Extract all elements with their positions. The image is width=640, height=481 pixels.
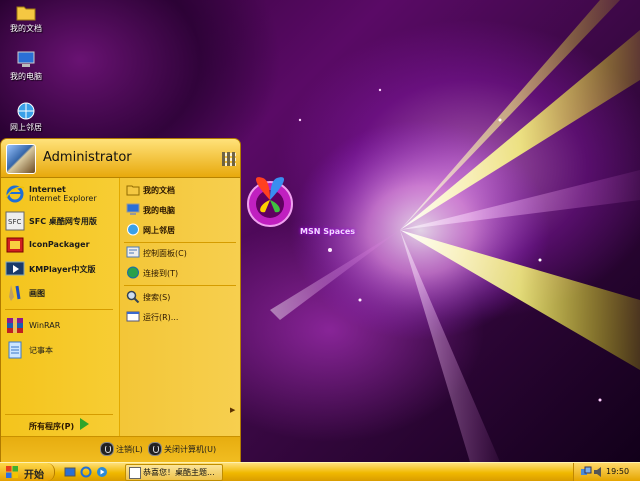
taskbar: 开始 恭喜您！桌酷主题... 19:50 — [0, 462, 640, 481]
place-control-panel[interactable]: 控制面板(C) — [126, 246, 236, 262]
my-computer-icon — [126, 203, 140, 215]
desktop-icon-my-computer[interactable]: 我的电脑 — [0, 50, 52, 82]
start-menu-places-pane: 我的文档 我的电脑 网上邻居 控制面板(C) 连接到(T) 搜索(S) 运行(R… — [119, 178, 240, 436]
taskbar-window-button[interactable]: 恭喜您！桌酷主题... — [125, 464, 223, 481]
folder-icon — [16, 6, 36, 21]
submenu-arrow-icon: ▶ — [230, 406, 236, 414]
grid-icon — [222, 152, 236, 166]
place-connect-to[interactable]: 连接到(T) — [126, 266, 236, 282]
msn-butterfly-logo — [247, 177, 293, 227]
logoff-icon — [100, 442, 114, 456]
kmplayer-icon — [5, 261, 25, 276]
place-run[interactable]: 运行(R)... — [126, 310, 236, 326]
start-button[interactable]: 开始 — [0, 463, 55, 481]
network-status-icon[interactable] — [580, 466, 592, 478]
quicklaunch-show-desktop-icon[interactable] — [64, 466, 76, 478]
all-programs-button[interactable]: 所有程序(P) — [29, 421, 74, 432]
start-menu-header: Administrator — [1, 139, 240, 178]
clock[interactable]: 19:50 — [606, 467, 629, 476]
program-winrar[interactable]: WinRAR — [5, 316, 117, 338]
winrar-icon — [7, 318, 23, 333]
place-search[interactable]: 搜索(S) — [126, 290, 236, 306]
paint-icon — [9, 285, 21, 301]
notepad-icon — [8, 341, 22, 359]
program-internet-explorer[interactable]: Internet Internet Explorer — [5, 184, 117, 206]
desktop-icon-network[interactable]: 网上邻居 — [0, 101, 52, 133]
separator — [5, 309, 113, 310]
place-my-documents[interactable]: 我的文档 — [126, 183, 236, 199]
run-icon — [126, 311, 140, 322]
search-icon — [126, 290, 140, 303]
start-menu: Administrator Internet Internet Explorer… — [0, 138, 241, 464]
separator — [124, 285, 236, 286]
place-my-computer[interactable]: 我的电脑 — [126, 203, 236, 219]
sfc-icon: SFC — [5, 211, 25, 231]
power-icon — [148, 442, 162, 456]
quicklaunch-ie-icon[interactable] — [80, 466, 92, 478]
program-paint[interactable]: 画图 — [5, 283, 117, 305]
program-iconpackager[interactable]: IconPackager — [5, 235, 117, 257]
program-sfc[interactable]: SFC SFC 桌酷网专用版 — [5, 211, 117, 233]
separator — [5, 414, 113, 415]
user-avatar[interactable] — [6, 144, 36, 174]
window-icon — [129, 467, 141, 479]
desktop-icon-my-documents[interactable]: 我的文档 — [0, 2, 52, 34]
place-my-network[interactable]: 网上邻居 — [126, 223, 236, 239]
connect-to-icon — [127, 266, 139, 279]
msn-spaces-label: MSN Spaces — [300, 227, 356, 236]
play-arrow-icon — [80, 418, 89, 430]
internet-explorer-icon — [5, 185, 25, 203]
volume-icon[interactable] — [593, 466, 605, 478]
system-tray: 19:50 — [573, 463, 640, 481]
program-notepad[interactable]: 记事本 — [5, 340, 117, 362]
control-panel-icon — [126, 246, 140, 258]
svg-text:SFC: SFC — [8, 218, 21, 226]
windows-flag-icon — [6, 466, 18, 478]
network-icon — [17, 102, 35, 120]
start-menu-footer: 注销(L) 关闭计算机(U) — [1, 436, 240, 463]
my-network-icon — [127, 223, 139, 236]
user-name: Administrator — [43, 150, 132, 165]
my-documents-icon — [126, 185, 140, 196]
computer-icon — [17, 51, 35, 67]
program-kmplayer[interactable]: KMPlayer中文版 — [5, 259, 117, 281]
start-menu-programs-pane: Internet Internet Explorer SFC SFC 桌酷网专用… — [1, 178, 119, 436]
separator — [124, 242, 236, 243]
quicklaunch-media-icon[interactable] — [96, 466, 108, 478]
iconpackager-icon — [6, 237, 24, 253]
